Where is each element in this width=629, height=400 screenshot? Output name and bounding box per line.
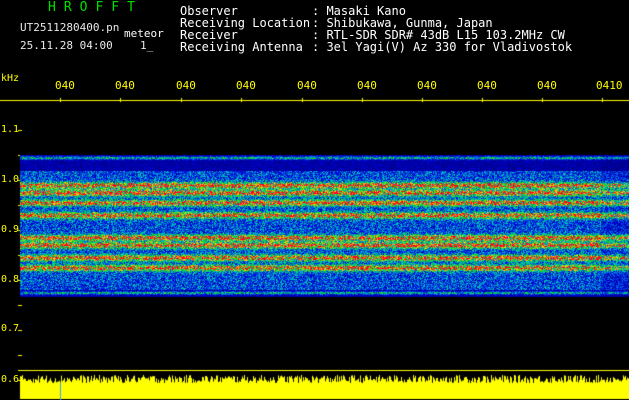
y-tick: 1.1 — [1, 124, 20, 135]
y-tick: 0.9 — [1, 224, 20, 235]
file-name: UT2511280400.pn — [20, 21, 120, 34]
antenna-label: Receiving Antenna — [180, 40, 303, 54]
time-tick: 040 — [297, 79, 317, 92]
time-tick: 040 — [477, 79, 497, 92]
time-tick: 040 — [417, 79, 437, 92]
time-tick: 040 — [55, 79, 75, 92]
time-tick: 040 — [537, 79, 557, 92]
y-tick: 0.6 — [1, 374, 20, 385]
antenna-value: : 3el Yagi(V) Az 330 for Vladivostok — [312, 40, 573, 54]
spectrogram-canvas — [0, 0, 629, 400]
time-tick: 040 — [357, 79, 377, 92]
time-tick: 040 — [115, 79, 135, 92]
mode-label: meteor — [124, 27, 164, 40]
time-tick: 040 — [176, 79, 196, 92]
time-tick: 040 — [236, 79, 256, 92]
date-time: 25.11.28 04:00 — [20, 39, 113, 52]
app-title: HROFFT — [48, 0, 143, 15]
marker: 1_ — [140, 39, 154, 52]
y-axis-unit: kHz — [1, 73, 20, 84]
y-tick: 0.8 — [1, 274, 20, 285]
time-tick: 0410 — [596, 79, 623, 92]
y-tick: 1.0 — [1, 174, 20, 185]
y-tick: 0.7 — [1, 323, 20, 334]
